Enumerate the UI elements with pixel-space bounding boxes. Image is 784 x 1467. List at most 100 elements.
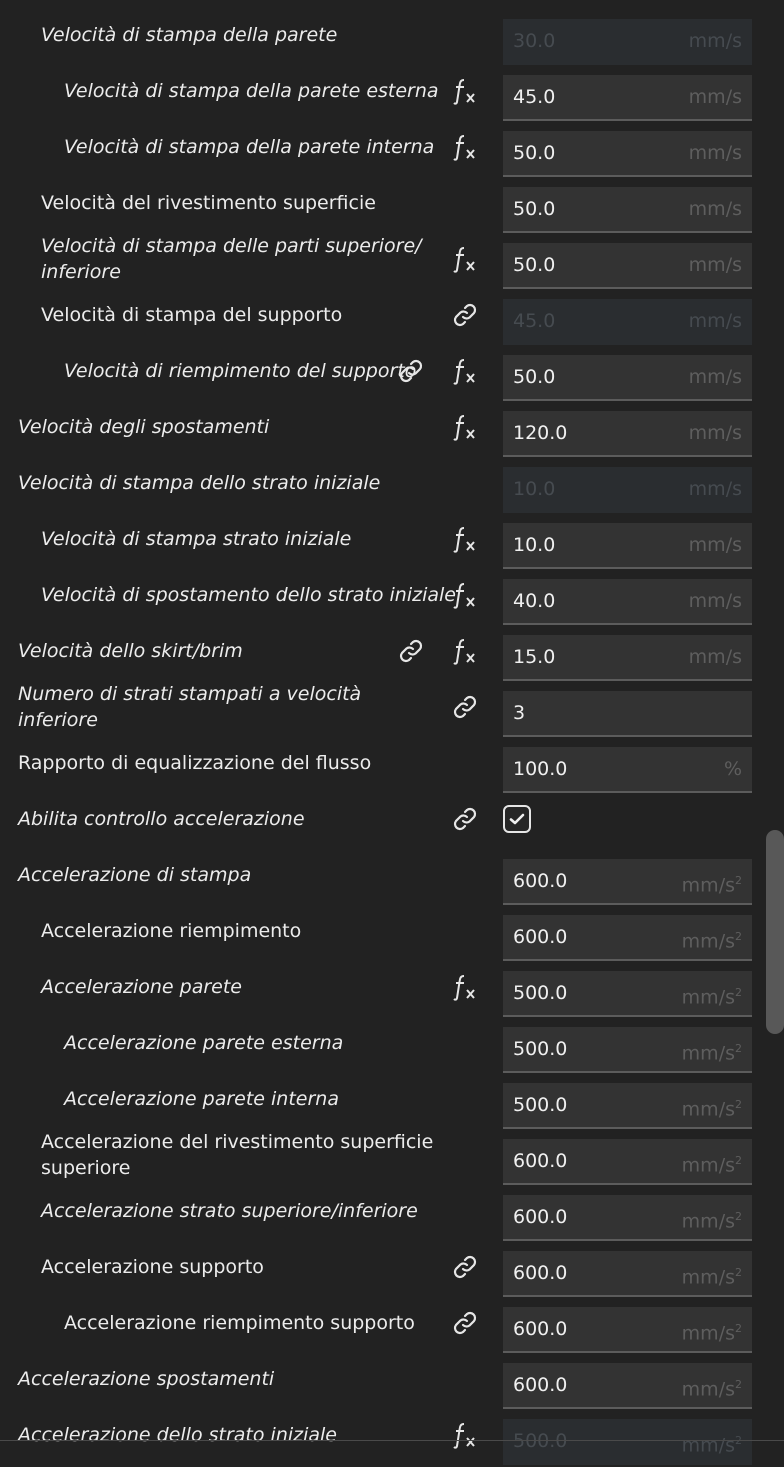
setting-row: Accelerazione parete esterna 500.0 mm/s2 (0, 1015, 784, 1073)
row-icons (392, 343, 492, 399)
formula-fx-icon[interactable] (450, 76, 480, 106)
link-icon[interactable] (450, 1252, 480, 1282)
value-field[interactable]: 500.0 mm/s2 (503, 971, 752, 1017)
setting-label: Abilita controllo accelerazione (18, 808, 305, 830)
formula-fx-icon[interactable] (450, 524, 480, 554)
value-field[interactable]: 3 (503, 691, 752, 737)
value-field[interactable]: 600.0 mm/s2 (503, 1363, 752, 1409)
formula-fx-icon[interactable] (450, 1420, 480, 1450)
field-value[interactable]: 600.0 (513, 1307, 567, 1351)
setting-row: Accelerazione supporto 600.0 mm/s2 (0, 1239, 784, 1297)
field-unit: mm/s (688, 310, 742, 332)
field-value[interactable]: 600.0 (513, 1195, 567, 1239)
value-field[interactable]: 600.0 mm/s2 (503, 1139, 752, 1185)
setting-row: Abilita controllo accelerazione (0, 791, 784, 847)
field-value[interactable]: 600.0 (513, 915, 567, 959)
link-icon[interactable] (396, 636, 426, 666)
field-value[interactable]: 600.0 (513, 1139, 567, 1183)
setting-label: Numero di strati stampati a velocità inf… (18, 683, 362, 731)
value-field[interactable]: 500.0 mm/s2 (503, 1027, 752, 1073)
print-settings-panel: Velocità di stampa della parete 30.0 mm/… (0, 0, 784, 1465)
field-value[interactable]: 500.0 (513, 971, 567, 1015)
formula-fx-icon[interactable] (450, 580, 480, 610)
value-field[interactable]: 45.0 mm/s (503, 75, 752, 121)
link-icon[interactable] (396, 356, 426, 386)
value-field-disabled: 500.0 mm/s2 (503, 1419, 752, 1465)
value-field[interactable]: 500.0 mm/s2 (503, 1083, 752, 1129)
value-field[interactable]: 600.0 mm/s2 (503, 1251, 752, 1297)
field-value[interactable]: 45.0 (513, 75, 555, 119)
field-value[interactable]: 10.0 (513, 523, 555, 567)
field-value[interactable]: 50.0 (513, 243, 555, 287)
field-value[interactable]: 50.0 (513, 355, 555, 399)
formula-fx-icon[interactable] (450, 356, 480, 386)
setting-row: Velocità dello skirt/brim 15.0 mm/s (0, 623, 784, 681)
setting-label: Accelerazione spostamenti (18, 1368, 275, 1390)
value-field[interactable]: 40.0 mm/s (503, 579, 752, 625)
field-value[interactable]: 50.0 (513, 131, 555, 175)
setting-label: Velocità dello skirt/brim (18, 640, 243, 662)
link-icon[interactable] (450, 1308, 480, 1338)
field-value[interactable]: 600.0 (513, 1363, 567, 1407)
setting-row: Velocità di riempimento del supporto 50.… (0, 343, 784, 401)
field-value[interactable]: 600.0 (513, 859, 567, 903)
field-value: 30.0 (513, 30, 556, 52)
field-unit: mm/s2 (681, 1098, 742, 1121)
field-unit: % (723, 758, 742, 780)
formula-fx-icon[interactable] (450, 132, 480, 162)
field-value[interactable]: 3 (513, 691, 525, 735)
value-field[interactable]: 50.0 mm/s (503, 187, 752, 233)
setting-label: Velocità di stampa dello strato iniziale (18, 472, 381, 494)
field-value[interactable]: 600.0 (513, 1251, 567, 1295)
setting-label: Velocità degli spostamenti (18, 416, 270, 438)
field-value[interactable]: 500.0 (513, 1027, 567, 1071)
row-icons (392, 567, 492, 623)
field-value[interactable]: 500.0 (513, 1083, 567, 1127)
setting-label: Accelerazione parete esterna (64, 1032, 344, 1054)
setting-row: Rapporto di equalizzazione del flusso 10… (0, 735, 784, 793)
formula-fx-icon[interactable] (450, 636, 480, 666)
setting-row: Accelerazione spostamenti 600.0 mm/s2 (0, 1351, 784, 1409)
value-field[interactable]: 50.0 mm/s (503, 355, 752, 401)
link-icon[interactable] (450, 804, 480, 834)
field-unit: mm/s2 (681, 1210, 742, 1233)
formula-fx-icon[interactable] (450, 412, 480, 442)
acceleration-control-checkbox[interactable] (503, 805, 531, 833)
value-field[interactable]: 120.0 mm/s (503, 411, 752, 457)
row-icons (392, 399, 492, 455)
field-unit: mm/s (688, 478, 742, 500)
formula-fx-icon[interactable] (450, 972, 480, 1002)
value-field[interactable]: 600.0 mm/s2 (503, 1307, 752, 1353)
value-field[interactable]: 50.0 mm/s (503, 243, 752, 289)
link-icon[interactable] (450, 692, 480, 722)
setting-row: Accelerazione del rivestimento superfici… (0, 1127, 784, 1185)
row-icons (392, 119, 492, 175)
field-unit: mm/s2 (681, 930, 742, 953)
checkmark-icon (509, 813, 525, 825)
field-value[interactable]: 50.0 (513, 187, 555, 231)
setting-label: Accelerazione del rivestimento superfici… (41, 1131, 434, 1179)
value-field[interactable]: 50.0 mm/s (503, 131, 752, 177)
field-value[interactable]: 100.0 (513, 747, 567, 791)
vertical-scrollbar[interactable] (766, 830, 784, 1034)
field-unit: mm/s2 (681, 1042, 742, 1065)
field-unit: mm/s2 (681, 1434, 742, 1457)
value-field[interactable]: 600.0 mm/s2 (503, 859, 752, 905)
value-field[interactable]: 10.0 mm/s (503, 523, 752, 569)
link-icon[interactable] (450, 300, 480, 330)
field-value: 45.0 (513, 310, 556, 332)
field-value[interactable]: 15.0 (513, 635, 555, 679)
formula-fx-icon[interactable] (450, 244, 480, 274)
field-unit: mm/s (688, 30, 742, 52)
field-value[interactable]: 120.0 (513, 411, 567, 455)
setting-label: Accelerazione parete interna (64, 1088, 339, 1110)
field-value[interactable]: 40.0 (513, 579, 555, 623)
field-unit: mm/s (688, 422, 742, 444)
value-field[interactable]: 15.0 mm/s (503, 635, 752, 681)
value-field[interactable]: 100.0 % (503, 747, 752, 793)
field-unit: mm/s (688, 198, 742, 220)
value-field[interactable]: 600.0 mm/s2 (503, 915, 752, 961)
value-field[interactable]: 600.0 mm/s2 (503, 1195, 752, 1241)
setting-row: Accelerazione di stampa 600.0 mm/s2 (0, 847, 784, 905)
setting-row: Accelerazione riempimento supporto 600.0… (0, 1295, 784, 1353)
